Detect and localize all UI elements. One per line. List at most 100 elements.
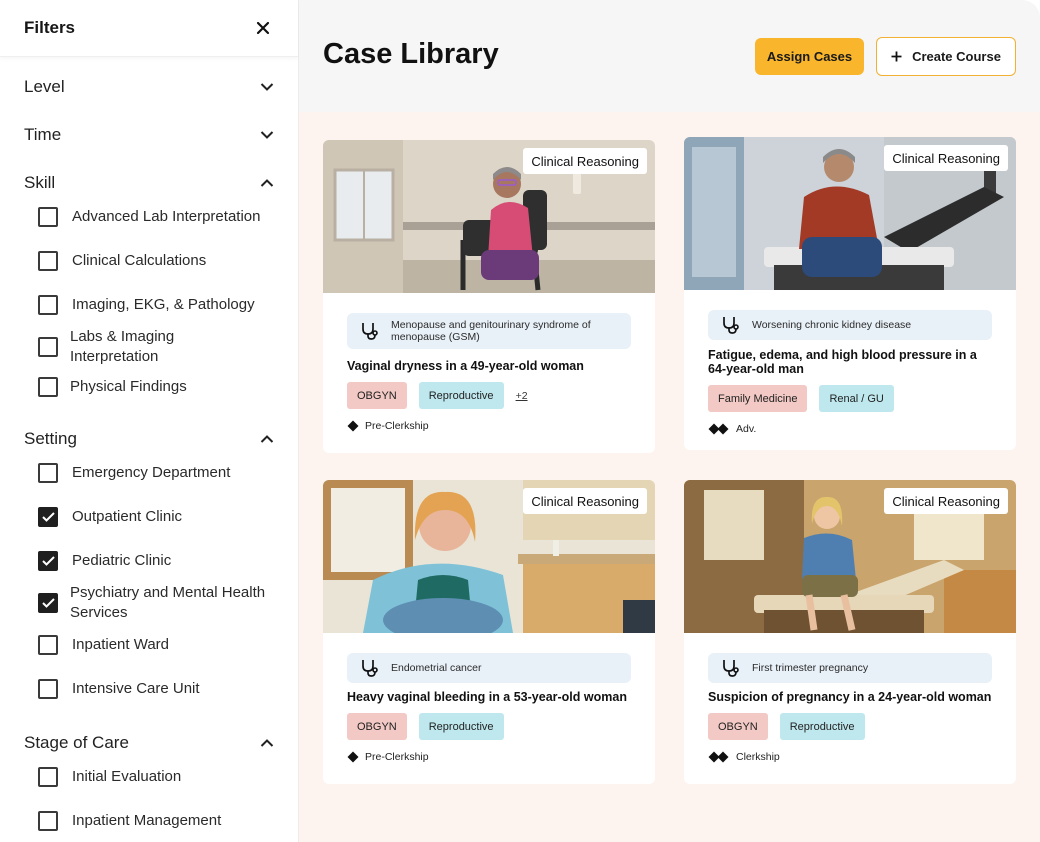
level-indicator: Pre-Clerkship [347, 420, 429, 432]
case-illustration: Clinical Reasoning [684, 480, 1016, 633]
diagnosis-text: First trimester pregnancy [752, 662, 869, 674]
more-tags-link[interactable]: +2 [516, 390, 528, 402]
filter-option-outpatient[interactable]: Outpatient Clinic [38, 507, 278, 527]
case-title: Fatigue, edema, and high blood pressure … [708, 348, 977, 376]
diagnosis-pill: Endometrial cancer [347, 653, 631, 683]
checkbox[interactable] [38, 551, 58, 571]
checkbox[interactable] [38, 463, 58, 483]
double-diamond-icon [708, 751, 729, 763]
close-icon[interactable] [256, 21, 270, 35]
level-label: Clerkship [736, 751, 780, 763]
case-tags: OBGYN Reproductive [347, 713, 504, 740]
diagnosis-pill: Worsening chronic kidney disease [708, 310, 992, 340]
diagnosis-text: Menopause and genitourinary syndrome of … [391, 319, 591, 343]
diagnosis-pill: Menopause and genitourinary syndrome of … [347, 313, 631, 349]
checkbox[interactable] [38, 767, 58, 787]
case-card[interactable]: Clinical Reasoning First trimester pregn… [684, 480, 1016, 784]
section-skill-title: Skill [24, 173, 56, 192]
filter-option-label: Clinical Calculations [72, 252, 207, 269]
filter-option-inpatient-management[interactable]: Inpatient Management [38, 811, 278, 831]
specialty-chip: OBGYN [347, 382, 407, 409]
diagnosis-pill: First trimester pregnancy [708, 653, 992, 683]
checkbox[interactable] [38, 295, 58, 315]
system-chip: Renal / GU [819, 385, 894, 412]
specialty-chip: OBGYN [708, 713, 768, 740]
stethoscope-icon [362, 323, 378, 340]
filter-option-labs-imaging[interactable]: Labs & Imaging Interpretation [38, 327, 238, 367]
filter-option-imaging-ekg[interactable]: Imaging, EKG, & Pathology [38, 295, 278, 315]
case-card[interactable]: Clinical Reasoning Worsening chronic kid… [684, 137, 1016, 450]
case-title: Heavy vaginal bleeding in a 53-year-old … [347, 690, 627, 704]
create-course-button[interactable]: Create Course [876, 37, 1016, 76]
filters-header: Filters [0, 0, 298, 57]
filter-option-label: Pediatric Clinic [72, 552, 172, 569]
case-grid: Clinical Reasoning Menopause and genitou… [299, 112, 1040, 842]
case-illustration: Clinical Reasoning [684, 137, 1016, 290]
filter-option-label: Advanced Lab Interpretation [72, 208, 261, 225]
filter-option-physical-findings[interactable]: Physical Findings [38, 377, 278, 397]
filter-option-psychiatry[interactable]: Psychiatry and Mental Health Services [38, 583, 278, 623]
chevron-down-icon [260, 131, 274, 139]
checkbox[interactable] [38, 593, 58, 613]
system-chip: Reproductive [418, 382, 504, 409]
case-card[interactable]: Clinical Reasoning Menopause and genitou… [323, 140, 655, 453]
checkbox[interactable] [38, 377, 58, 397]
filter-option-emergency[interactable]: Emergency Department [38, 463, 278, 483]
filter-option-advanced-lab[interactable]: Advanced Lab Interpretation [38, 207, 278, 227]
checkbox[interactable] [38, 207, 58, 227]
level-indicator: Adv. [708, 423, 756, 435]
chevron-up-icon [260, 435, 274, 443]
chevron-down-icon [260, 83, 274, 91]
filter-option-clinical-calculations[interactable]: Clinical Calculations [38, 251, 278, 271]
case-card[interactable]: Clinical Reasoning Endometrial cancer He… [323, 480, 655, 784]
system-chip: Reproductive [779, 713, 865, 740]
section-skill[interactable]: Skill [24, 169, 274, 197]
checkbox[interactable] [38, 251, 58, 271]
filter-option-inpatient-ward[interactable]: Inpatient Ward [38, 635, 278, 655]
filter-option-label: Inpatient Management [72, 812, 222, 829]
filter-option-initial-evaluation[interactable]: Initial Evaluation [38, 767, 278, 787]
section-time[interactable]: Time [24, 121, 274, 149]
case-illustration: Clinical Reasoning [323, 480, 655, 633]
filter-option-label: Initial Evaluation [72, 768, 182, 785]
case-title: Suspicion of pregnancy in a 24-year-old … [708, 690, 992, 704]
checkbox[interactable] [38, 337, 58, 357]
checkbox[interactable] [38, 507, 58, 527]
case-type-tag: Clinical Reasoning [523, 488, 647, 514]
section-stage-title: Stage of Care [24, 733, 129, 752]
checkbox[interactable] [38, 811, 58, 831]
case-type-tag: Clinical Reasoning [884, 145, 1008, 171]
section-level[interactable]: Level [24, 73, 274, 101]
section-stage-of-care[interactable]: Stage of Care [24, 729, 274, 757]
chevron-up-icon [260, 739, 274, 747]
level-label: Pre-Clerkship [365, 420, 429, 432]
filters-title: Filters [24, 18, 76, 37]
case-type-tag: Clinical Reasoning [523, 148, 647, 174]
plus-icon [891, 51, 902, 62]
filter-option-icu[interactable]: Intensive Care Unit [38, 679, 278, 699]
section-time-title: Time [24, 125, 62, 144]
case-title: Vaginal dryness in a 49-year-old woman [347, 359, 584, 373]
create-course-label: Create Course [912, 49, 1001, 64]
assign-cases-button[interactable]: Assign Cases [755, 38, 864, 75]
filter-option-label: Intensive Care Unit [72, 680, 200, 697]
checkbox[interactable] [38, 635, 58, 655]
page-title: Case Library [323, 38, 499, 70]
filter-option-label: Labs & Imaging Interpretation [70, 328, 175, 365]
case-illustration: Clinical Reasoning [323, 140, 655, 293]
main-content: Case Library Assign Cases Create Course [299, 0, 1040, 842]
section-level-title: Level [24, 77, 65, 96]
section-setting-title: Setting [24, 429, 77, 448]
diamond-icon [347, 751, 359, 763]
double-diamond-icon [708, 423, 729, 435]
app-root: Filters Level Time Skill Advanced Lab In… [0, 0, 1040, 842]
filter-option-pediatric[interactable]: Pediatric Clinic [38, 551, 278, 571]
filter-option-label: Physical Findings [70, 378, 187, 395]
level-indicator: Pre-Clerkship [347, 751, 429, 763]
level-indicator: Clerkship [708, 751, 780, 763]
specialty-chip: OBGYN [347, 713, 407, 740]
checkbox[interactable] [38, 679, 58, 699]
section-setting[interactable]: Setting [24, 425, 274, 453]
diagnosis-text: Endometrial cancer [391, 662, 482, 674]
specialty-chip: Family Medicine [708, 385, 808, 412]
